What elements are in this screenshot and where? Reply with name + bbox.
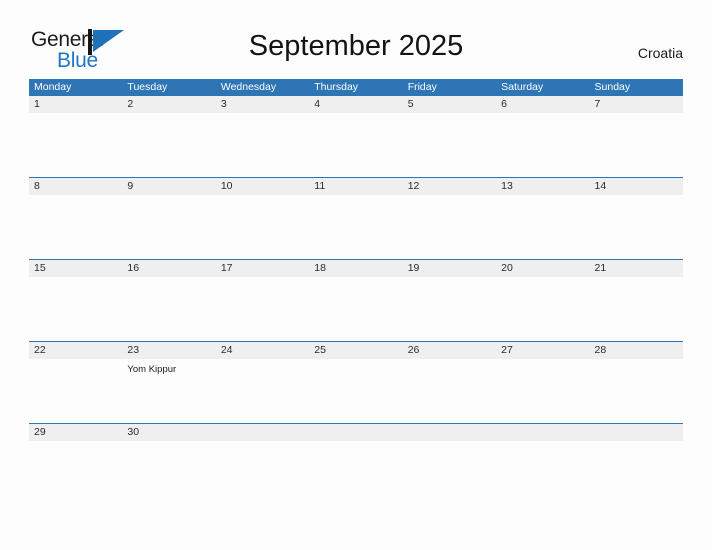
day-cell[interactable] <box>309 277 402 341</box>
day-number[interactable]: 13 <box>496 178 589 195</box>
day-cell[interactable] <box>590 359 683 423</box>
day-cell[interactable] <box>29 359 122 423</box>
day-number[interactable]: 7 <box>590 96 683 113</box>
day-number[interactable]: 20 <box>496 260 589 277</box>
day-cell[interactable] <box>216 195 309 259</box>
day-number[interactable]: 11 <box>309 178 402 195</box>
day-cell[interactable] <box>216 359 309 423</box>
week-number-band: 8 9 10 11 12 13 14 <box>29 177 683 195</box>
weekday-header-tuesday: Tuesday <box>127 81 168 93</box>
page-header: General Blue September 2025 Croatia <box>0 0 712 78</box>
day-cell[interactable] <box>590 195 683 259</box>
day-number[interactable]: 6 <box>496 96 589 113</box>
day-cell[interactable] <box>309 113 402 177</box>
day-number[interactable]: 25 <box>309 342 402 359</box>
weekday-header-monday: Monday <box>34 81 72 93</box>
day-number[interactable]: 18 <box>309 260 402 277</box>
calendar-page: General Blue September 2025 Croatia Mond… <box>0 0 712 550</box>
day-cell[interactable] <box>403 195 496 259</box>
week-event-band <box>29 113 683 177</box>
day-cell[interactable] <box>29 113 122 177</box>
day-cell-empty <box>216 441 309 471</box>
day-cell[interactable] <box>496 277 589 341</box>
day-number[interactable]: 29 <box>29 424 122 441</box>
calendar-week-row: 8 9 10 11 12 13 14 <box>29 177 683 259</box>
day-number[interactable]: 15 <box>29 260 122 277</box>
day-cell[interactable] <box>309 359 402 423</box>
day-cell[interactable] <box>403 113 496 177</box>
day-cell[interactable] <box>403 277 496 341</box>
day-cell[interactable] <box>122 441 215 471</box>
day-cell-event-yom-kippur[interactable]: Yom Kippur <box>122 359 215 423</box>
weekday-header-friday: Friday <box>407 81 437 93</box>
day-number[interactable]: 8 <box>29 178 122 195</box>
week-number-band: 29 30 <box>29 423 683 441</box>
day-cell[interactable] <box>496 113 589 177</box>
country-label: Croatia <box>637 45 683 61</box>
day-cell[interactable] <box>590 113 683 177</box>
day-cell[interactable] <box>29 195 122 259</box>
day-number[interactable]: 9 <box>122 178 215 195</box>
day-cell[interactable] <box>122 195 215 259</box>
week-number-band: 15 16 17 18 19 20 21 <box>29 259 683 277</box>
page-title: September 2025 <box>248 30 464 62</box>
day-number[interactable]: 12 <box>403 178 496 195</box>
day-cell[interactable] <box>309 195 402 259</box>
day-number-empty <box>590 424 683 441</box>
day-number[interactable]: 30 <box>122 424 215 441</box>
day-number-empty <box>403 424 496 441</box>
day-number-empty <box>309 424 402 441</box>
day-number[interactable]: 26 <box>403 342 496 359</box>
day-number[interactable]: 24 <box>216 342 309 359</box>
day-cell[interactable] <box>496 359 589 423</box>
day-cell-empty <box>496 441 589 471</box>
day-cell[interactable] <box>403 359 496 423</box>
weekday-header-wednesday: Wednesday <box>220 81 277 93</box>
day-cell[interactable] <box>29 277 122 341</box>
day-number[interactable]: 22 <box>29 342 122 359</box>
day-number[interactable]: 5 <box>403 96 496 113</box>
week-event-band <box>29 277 683 341</box>
weekday-header-saturday: Saturday <box>501 81 544 93</box>
day-cell[interactable] <box>122 277 215 341</box>
week-event-band <box>29 195 683 259</box>
weekday-header-row: Monday Tuesday Wednesday Thursday Friday… <box>29 79 683 96</box>
day-number[interactable]: 4 <box>309 96 402 113</box>
day-cell[interactable] <box>216 113 309 177</box>
day-cell[interactable] <box>216 277 309 341</box>
day-number[interactable]: 23 <box>122 342 215 359</box>
week-event-band: Yom Kippur <box>29 359 683 423</box>
day-number-empty <box>216 424 309 441</box>
day-number[interactable]: 17 <box>216 260 309 277</box>
day-number[interactable]: 10 <box>216 178 309 195</box>
day-number-empty <box>496 424 589 441</box>
calendar-grid: Monday Tuesday Wednesday Thursday Friday… <box>29 79 683 471</box>
day-number[interactable]: 28 <box>590 342 683 359</box>
day-cell[interactable] <box>122 113 215 177</box>
week-number-band: 1 2 3 4 5 6 7 <box>29 96 683 113</box>
day-number[interactable]: 3 <box>216 96 309 113</box>
day-number[interactable]: 21 <box>590 260 683 277</box>
day-cell-empty <box>403 441 496 471</box>
day-cell[interactable] <box>496 195 589 259</box>
calendar-week-row: 29 30 <box>29 423 683 471</box>
day-cell[interactable] <box>590 277 683 341</box>
calendar-week-row: 22 23 24 25 26 27 28 Yom Kippur <box>29 341 683 423</box>
day-cell[interactable] <box>29 441 122 471</box>
week-event-band <box>29 441 683 471</box>
week-number-band: 22 23 24 25 26 27 28 <box>29 341 683 359</box>
day-cell-empty <box>309 441 402 471</box>
weekday-header-thursday: Thursday <box>314 81 359 93</box>
weekday-header-sunday: Sunday <box>594 81 631 93</box>
day-number[interactable]: 27 <box>496 342 589 359</box>
day-number[interactable]: 1 <box>29 96 122 113</box>
day-number[interactable]: 14 <box>590 178 683 195</box>
day-number[interactable]: 19 <box>403 260 496 277</box>
day-number[interactable]: 16 <box>122 260 215 277</box>
calendar-week-row: 15 16 17 18 19 20 21 <box>29 259 683 341</box>
day-number[interactable]: 2 <box>122 96 215 113</box>
calendar-week-row: 1 2 3 4 5 6 7 <box>29 96 683 177</box>
day-cell-empty <box>590 441 683 471</box>
